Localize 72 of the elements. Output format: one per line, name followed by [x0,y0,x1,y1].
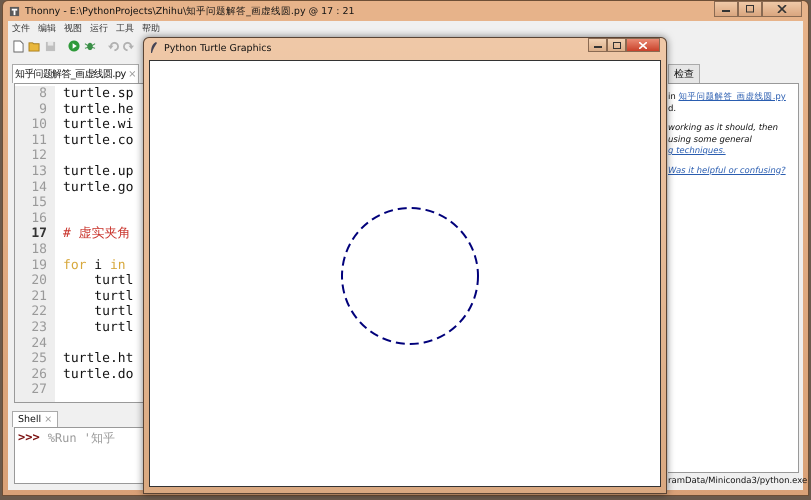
maximize-icon [745,5,755,13]
code-line: turtle.go [63,180,134,195]
code-line: turtle.ht [63,351,134,366]
line-number: 17 [30,226,47,242]
editor-tab[interactable]: 知乎问题解答_画虚线圆.py × [12,64,139,83]
code-line: turtle.he [63,102,134,117]
line-number: 14 [30,180,47,196]
feedback-link[interactable]: Was it helpful or confusing? [668,166,786,177]
menu-item[interactable]: 视图 [64,22,82,34]
code-line: turtle.do [63,366,134,382]
close-icon [639,42,647,48]
code-line: # 虚实夹角 [63,226,131,242]
code-line: turtl [93,304,134,320]
assistant-text: in 知乎问题解答_画虚线圆.py [668,92,786,104]
window-title: Thonny - E:\PythonProjects\Zhihu\知乎问题解答_画虚线圆.py @ 17 : 21 [25,4,355,18]
line-number: 25 [30,351,47,367]
feather-icon [150,42,158,54]
minimize-button[interactable] [714,1,738,17]
techniques-link[interactable]: g techniques. [668,146,726,158]
maximize-icon [612,42,620,48]
run-icon[interactable] [68,40,80,52]
line-number: 27 [30,382,47,398]
line-number: 23 [30,320,47,336]
assistant-text: working as it should, then [668,123,778,134]
new-file-icon[interactable] [13,40,24,52]
assistant-text: d. [668,104,676,115]
line-number: 21 [30,288,47,304]
code-line: turtle.up [63,164,134,179]
line-number: 26 [30,366,47,382]
menu-item[interactable]: 帮助 [142,22,160,34]
folder-icon[interactable] [28,40,41,52]
line-number: 18 [30,242,47,258]
line-number: 13 [30,164,47,180]
menu-item[interactable]: 编辑 [38,22,56,34]
bug-icon[interactable] [84,40,96,52]
menu-item[interactable]: 文件 [12,22,30,34]
line-number: 15 [30,195,47,211]
line-number: 16 [30,210,47,226]
code-editor[interactable]: 8 9 10 11 12 13 14 15 16 17 18 19 20 21 22 23 24 25 26 27 turtle.sp turtle.he turtle.wi turtle.co turtle.up turtle.go # 虚实夹角 for i in turtl turtl turtl turtl turtle.ht turtle.do [14,83,143,403]
close-button[interactable] [626,38,660,52]
maximize-button[interactable] [738,1,762,17]
line-number: 24 [30,336,47,352]
code-line: for i in [63,258,126,273]
line-number: 8 [38,86,47,102]
minimize-button[interactable] [588,38,607,52]
code-line: turtle.co [63,132,134,148]
menu-item[interactable]: 运行 [90,22,108,34]
assistant-text: using some general [668,134,752,146]
code-line: turtl [93,288,134,304]
shell-command: %Run '知乎 [48,430,116,447]
line-number: 20 [30,273,47,289]
app-icon [9,6,20,16]
shell-tab[interactable]: Shell × [12,411,58,427]
line-number: 11 [30,132,47,148]
code-line: turtle.wi [63,117,134,132]
shell-panel[interactable]: >>> %Run '知乎 [14,427,143,484]
file-link[interactable]: 知乎问题解答_画虚线圆.py [678,92,786,102]
window-title: Python Turtle Graphics [164,42,272,54]
line-number: 10 [30,117,47,133]
line-number: 22 [30,304,47,320]
code-line: turtl [93,273,134,288]
maximize-button[interactable] [607,38,626,52]
line-number: 12 [30,148,47,164]
close-button[interactable] [762,1,802,17]
line-number: 19 [30,258,47,274]
line-number: 9 [38,102,47,118]
close-icon [777,5,787,13]
shell-prompt: >>> [18,430,40,444]
assistant-tab[interactable]: 检查 [668,64,700,83]
code-line: turtl [93,320,134,335]
code-line: turtle.sp [63,86,134,101]
menu-item[interactable]: 工具 [116,22,134,34]
